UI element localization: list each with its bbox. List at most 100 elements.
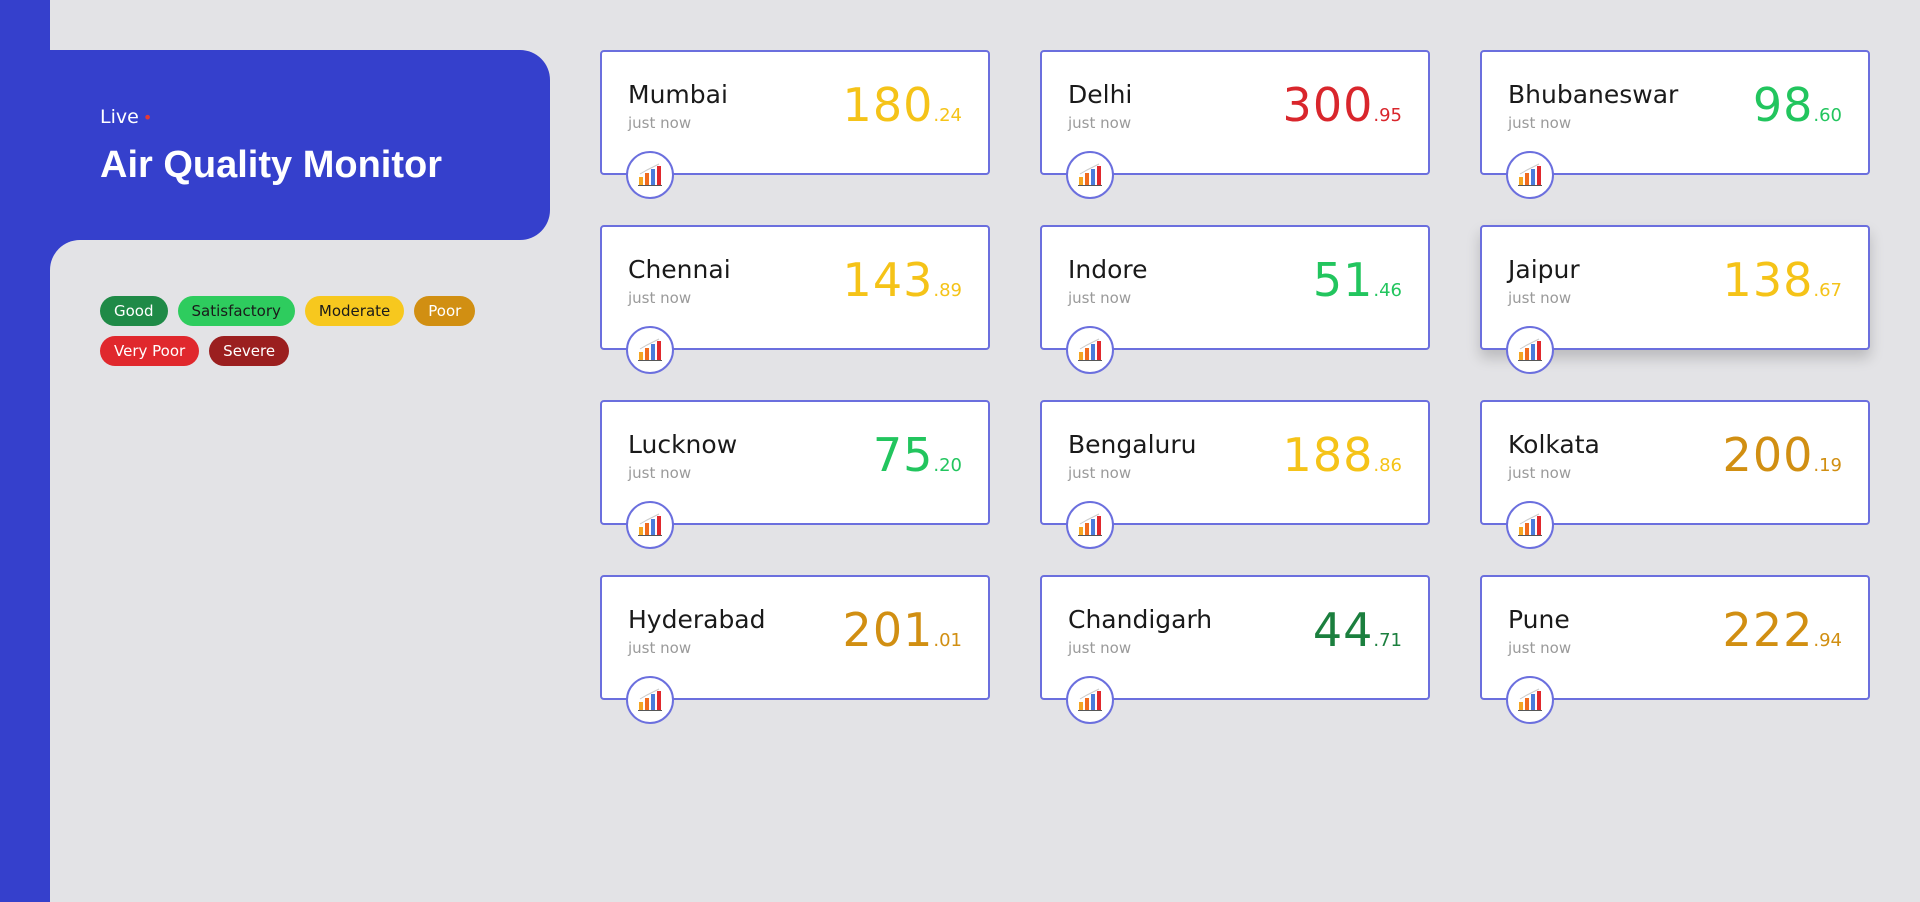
city-name: Delhi	[1068, 80, 1133, 109]
aqi-decimal: .95	[1373, 105, 1402, 126]
last-updated: just now	[1508, 114, 1572, 132]
legend-chip-satisfactory: Satisfactory	[177, 296, 295, 326]
page: Live • Air Quality Monitor Good Satisfact…	[0, 0, 1920, 902]
view-chart-button[interactable]	[1066, 326, 1114, 374]
view-chart-button[interactable]	[1506, 326, 1554, 374]
aqi-value: 44.71	[1313, 603, 1402, 657]
aqi-value: 98.60	[1753, 78, 1842, 132]
view-chart-button[interactable]	[1506, 676, 1554, 724]
city-name: Kolkata	[1508, 430, 1600, 459]
view-chart-button[interactable]	[626, 151, 674, 199]
aqi-integer: 300	[1282, 78, 1374, 132]
bar-chart-icon	[1518, 163, 1542, 186]
city-card[interactable]: Hyderabad just now 201.01	[600, 575, 990, 724]
page-title: Air Quality Monitor	[100, 144, 442, 186]
last-updated: just now	[1068, 464, 1132, 482]
legend-row: Very Poor Severe	[100, 336, 500, 366]
view-chart-button[interactable]	[1066, 676, 1114, 724]
last-updated: just now	[1508, 464, 1572, 482]
bar-chart-icon	[1518, 338, 1542, 361]
aqi-value: 222.94	[1723, 603, 1842, 657]
aqi-integer: 222	[1722, 603, 1814, 657]
sidebar-rail	[0, 0, 50, 902]
city-name: Jaipur	[1508, 255, 1580, 284]
city-name: Indore	[1068, 255, 1148, 284]
aqi-value: 75.20	[873, 428, 962, 482]
aqi-integer: 98	[1752, 78, 1814, 132]
aqi-integer: 44	[1312, 603, 1374, 657]
aqi-integer: 138	[1722, 253, 1814, 307]
city-card[interactable]: Lucknow just now 75.20	[600, 400, 990, 549]
live-label: Live	[100, 106, 139, 128]
aqi-value: 51.46	[1313, 253, 1402, 307]
city-name: Lucknow	[628, 430, 738, 459]
bar-chart-icon	[1078, 338, 1102, 361]
legend-chip-good: Good	[100, 296, 168, 326]
aqi-decimal: .71	[1373, 630, 1402, 651]
aqi-integer: 201	[842, 603, 934, 657]
aqi-decimal: .46	[1373, 280, 1402, 301]
aqi-value: 200.19	[1723, 428, 1842, 482]
city-card-grid: Mumbai just now 180.24 Delhi just now 30…	[600, 50, 1870, 724]
bar-chart-icon	[638, 338, 662, 361]
city-card[interactable]: Chandigarh just now 44.71	[1040, 575, 1430, 724]
bar-chart-icon	[638, 513, 662, 536]
last-updated: just now	[1068, 639, 1132, 657]
aqi-integer: 143	[842, 253, 934, 307]
aqi-decimal: .20	[933, 455, 962, 476]
last-updated: just now	[628, 639, 692, 657]
legend-chip-moderate: Moderate	[304, 296, 405, 326]
aqi-decimal: .60	[1813, 105, 1842, 126]
aqi-integer: 188	[1282, 428, 1374, 482]
view-chart-button[interactable]	[626, 501, 674, 549]
last-updated: just now	[1508, 289, 1572, 307]
bar-chart-icon	[638, 688, 662, 711]
bar-chart-icon	[638, 163, 662, 186]
city-card[interactable]: Bhubaneswar just now 98.60	[1480, 50, 1870, 199]
last-updated: just now	[628, 114, 692, 132]
city-card[interactable]: Jaipur just now 138.67	[1480, 225, 1870, 374]
aqi-decimal: .19	[1813, 455, 1842, 476]
city-name: Chandigarh	[1068, 605, 1213, 634]
last-updated: just now	[1508, 639, 1572, 657]
city-card[interactable]: Bengaluru just now 188.86	[1040, 400, 1430, 549]
legend-row: Good Satisfactory Moderate Poor	[100, 296, 500, 326]
aqi-value: 138.67	[1723, 253, 1842, 307]
aqi-legend: Good Satisfactory Moderate Poor Very Poo…	[100, 296, 500, 376]
bar-chart-icon	[1078, 163, 1102, 186]
city-name: Chennai	[628, 255, 731, 284]
last-updated: just now	[628, 289, 692, 307]
city-card[interactable]: Pune just now 222.94	[1480, 575, 1870, 724]
last-updated: just now	[1068, 114, 1132, 132]
legend-chip-severe: Severe	[209, 336, 290, 366]
aqi-value: 143.89	[843, 253, 962, 307]
aqi-decimal: .24	[933, 105, 962, 126]
live-dot-icon: •	[142, 108, 153, 127]
live-indicator: Live •	[100, 106, 152, 128]
city-card[interactable]: Delhi just now 300.95	[1040, 50, 1430, 199]
city-card[interactable]: Chennai just now 143.89	[600, 225, 990, 374]
legend-chip-poor: Poor	[414, 296, 476, 326]
legend-chip-very-poor: Very Poor	[100, 336, 200, 366]
aqi-value: 300.95	[1283, 78, 1402, 132]
city-card[interactable]: Kolkata just now 200.19	[1480, 400, 1870, 549]
city-card[interactable]: Mumbai just now 180.24	[600, 50, 990, 199]
city-name: Mumbai	[628, 80, 728, 109]
aqi-integer: 51	[1312, 253, 1374, 307]
view-chart-button[interactable]	[1506, 151, 1554, 199]
aqi-integer: 75	[872, 428, 934, 482]
city-card[interactable]: Indore just now 51.46	[1040, 225, 1430, 374]
last-updated: just now	[628, 464, 692, 482]
aqi-decimal: .01	[933, 630, 962, 651]
bar-chart-icon	[1078, 688, 1102, 711]
city-name: Bhubaneswar	[1508, 80, 1679, 109]
bar-chart-icon	[1518, 513, 1542, 536]
view-chart-button[interactable]	[1066, 151, 1114, 199]
view-chart-button[interactable]	[1066, 501, 1114, 549]
bar-chart-icon	[1078, 513, 1102, 536]
aqi-decimal: .89	[933, 280, 962, 301]
aqi-value: 180.24	[843, 78, 962, 132]
view-chart-button[interactable]	[1506, 501, 1554, 549]
view-chart-button[interactable]	[626, 676, 674, 724]
view-chart-button[interactable]	[626, 326, 674, 374]
